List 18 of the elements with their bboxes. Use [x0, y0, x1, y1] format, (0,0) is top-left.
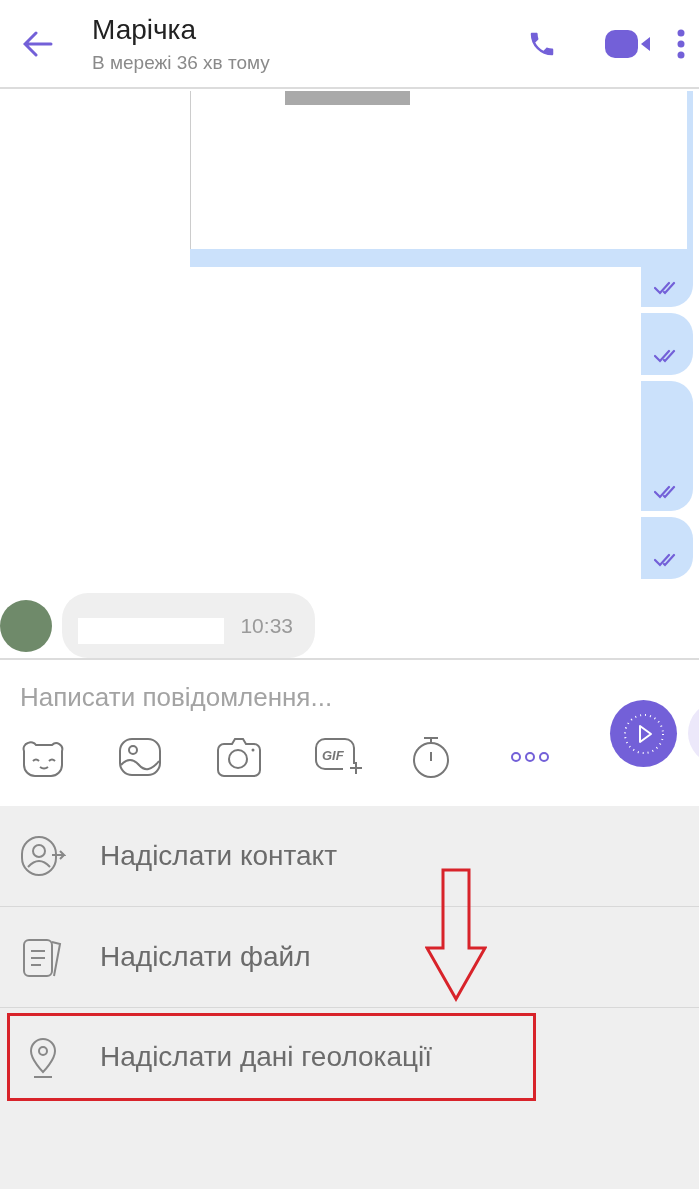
contact-name: Марічка — [92, 13, 198, 46]
avatar-photo-placeholder — [0, 599, 52, 652]
video-camera-icon — [605, 28, 651, 59]
message-time: 10:33 — [240, 613, 293, 638]
menu-item[interactable]: Надіслати контакт — [0, 806, 699, 907]
contact-share-icon — [20, 833, 66, 879]
more-vertical-icon — [677, 28, 685, 59]
play-icon — [621, 711, 666, 756]
back-arrow-icon — [23, 30, 53, 57]
more-icon — [510, 751, 550, 763]
stopwatch-icon — [412, 735, 450, 779]
video-call-button[interactable] — [605, 28, 651, 59]
camera-icon — [216, 736, 262, 778]
menu-item[interactable]: Надіслати дані геолокації — [6, 1012, 537, 1102]
online-status: В мережі 36 хв тому — [92, 51, 271, 74]
menu-item[interactable]: Надіслати файл — [0, 907, 699, 1008]
menu-button[interactable] — [677, 28, 685, 59]
image-icon — [118, 737, 162, 777]
